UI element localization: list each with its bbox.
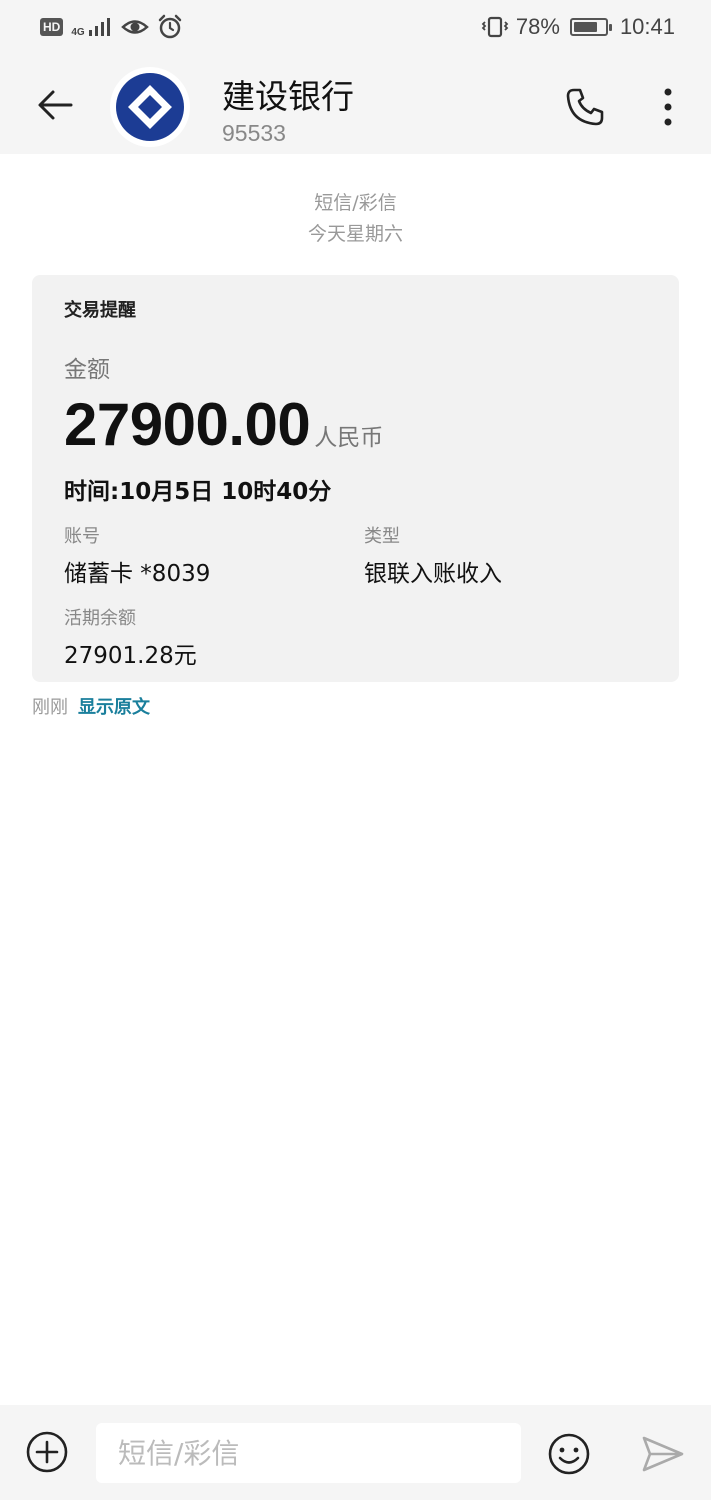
amount-value: 27900.00 xyxy=(64,391,311,458)
status-time: 10:41 xyxy=(619,14,675,39)
compose-bar xyxy=(0,1405,711,1500)
amount-row: 27900.00 人民币 xyxy=(64,390,383,459)
account-label: 账号 xyxy=(64,526,100,547)
conversation-header: 建设银行 95533 xyxy=(0,60,711,154)
back-arrow-icon xyxy=(38,90,73,120)
message-type-label: 短信/彩信 xyxy=(314,192,397,214)
vibrate-icon xyxy=(481,16,509,38)
phone-icon xyxy=(566,88,604,126)
add-attachment-button[interactable] xyxy=(24,1429,70,1475)
emoji-icon xyxy=(548,1433,590,1475)
call-button[interactable] xyxy=(560,82,610,132)
account-value: 储蓄卡 *8039 xyxy=(64,561,211,587)
message-date-label: 今天星期六 xyxy=(307,223,403,245)
transaction-card[interactable]: 交易提醒 金额 27900.00 人民币 时间:10月5日 10时40分 账号 … xyxy=(32,275,679,682)
eye-icon xyxy=(120,20,149,34)
signal-icon xyxy=(88,18,110,36)
send-icon xyxy=(642,1436,684,1472)
battery-percent: 78% xyxy=(515,14,560,39)
send-button[interactable] xyxy=(640,1433,686,1475)
status-right: 78% 10:41 xyxy=(480,14,675,40)
status-bar: HD 4G 78% 10:41 xyxy=(0,0,711,60)
balance-label: 活期余额 xyxy=(64,608,136,629)
more-vertical-icon xyxy=(664,88,672,126)
message-input[interactable] xyxy=(96,1423,521,1483)
status-left: HD 4G xyxy=(40,14,183,40)
contact-name: 建设银行 xyxy=(222,77,354,116)
back-button[interactable] xyxy=(30,80,80,130)
contact-avatar[interactable] xyxy=(110,67,190,147)
add-circle-icon xyxy=(26,1431,68,1473)
transaction-time: 时间:10月5日 10时40分 xyxy=(64,479,332,505)
hd-badge: HD xyxy=(40,18,64,36)
emoji-button[interactable] xyxy=(546,1431,592,1477)
type-value: 银联入账收入 xyxy=(364,561,502,587)
balance-value: 27901.28元 xyxy=(64,643,197,669)
contact-number: 95533 xyxy=(222,120,286,146)
card-title: 交易提醒 xyxy=(64,300,136,321)
show-original-link[interactable]: 显示原文 xyxy=(78,693,150,719)
network-type: 4G xyxy=(71,27,85,38)
battery-icon xyxy=(569,18,612,36)
battery-fill xyxy=(573,22,598,32)
amount-label: 金额 xyxy=(64,357,110,383)
more-options-button[interactable] xyxy=(646,82,690,132)
message-time: 刚刚 xyxy=(32,697,68,718)
type-label: 类型 xyxy=(364,526,400,547)
alarm-icon xyxy=(158,14,181,39)
amount-currency: 人民币 xyxy=(314,425,384,451)
message-meta: 刚刚 显示原文 xyxy=(32,693,150,719)
ccb-logo-icon xyxy=(116,73,184,141)
signal-group: 4G xyxy=(71,16,112,38)
